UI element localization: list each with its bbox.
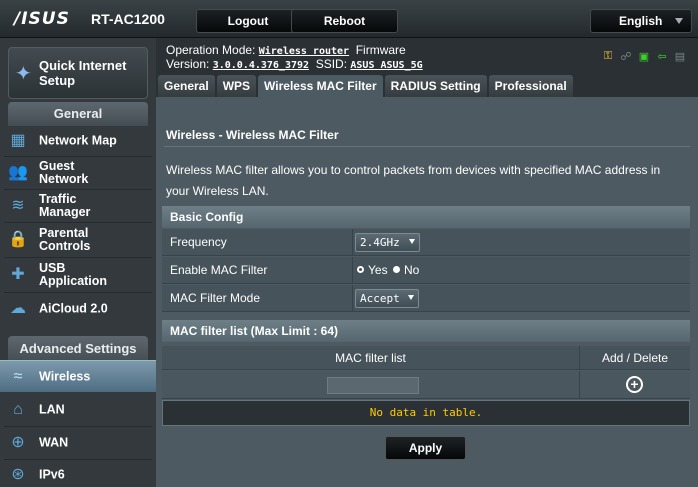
- guest-network-icon: 👥: [8, 164, 28, 181]
- sidebar-item-label: IPv6: [39, 467, 65, 482]
- tab-professional[interactable]: Professional: [488, 75, 573, 97]
- main-content: Wireless - Wireless MAC Filter Wireless …: [156, 100, 698, 487]
- enable-mac-filter-label: Enable MAC Filter: [170, 263, 268, 277]
- sidebar-item-wireless[interactable]: ≈ Wireless: [0, 360, 156, 392]
- wand-icon: ✦: [15, 63, 32, 85]
- version-line: Version: 3.0.0.4.376_3792 SSID: ASUS ASU…: [166, 57, 423, 71]
- quick-setup-label: Quick Internet Setup: [39, 58, 127, 88]
- users-icon[interactable]: ☍: [620, 50, 632, 63]
- sidebar-item-label: LAN: [39, 402, 65, 417]
- sidebar-item-ipv6[interactable]: ⊛ IPv6: [0, 460, 156, 487]
- mac-filter-mode-row: MAC Filter Mode Accept: [162, 285, 690, 312]
- operation-mode-link[interactable]: Wireless router: [259, 46, 349, 57]
- general-section-header: General: [8, 102, 148, 126]
- sidebar-item-guest-network[interactable]: 👥 Guest Network: [0, 157, 156, 189]
- add-mac-button[interactable]: +: [579, 371, 690, 399]
- printer-icon[interactable]: ▤: [674, 50, 686, 63]
- no-label: No: [404, 263, 420, 277]
- wifi-icon: ≈: [13, 367, 23, 385]
- mac-filter-list-header: MAC filter list (Max Limit : 64): [162, 320, 690, 342]
- add-delete-column-header: Add / Delete: [579, 346, 690, 370]
- network-status-icon[interactable]: ▣: [638, 50, 650, 63]
- quick-internet-setup-button[interactable]: ✦ Quick Internet Setup: [8, 47, 148, 99]
- globe-icon: ⊕: [11, 434, 25, 451]
- language-select[interactable]: English: [590, 9, 692, 33]
- advanced-settings-header: Advanced Settings: [8, 336, 148, 362]
- mac-input-row: +: [162, 371, 690, 399]
- enable-no-radio[interactable]: No: [393, 263, 419, 277]
- chevron-down-icon: [409, 239, 415, 244]
- traffic-manager-icon: ≋: [11, 197, 25, 214]
- home-icon: ⌂: [13, 401, 23, 418]
- chevron-down-icon: [408, 295, 414, 300]
- frequency-row: Frequency 2.4GHz: [162, 229, 690, 256]
- sidebar-item-usb-application[interactable]: ✚ USB Application: [0, 258, 156, 292]
- operation-mode-label: Operation Mode:: [166, 43, 256, 57]
- frequency-select[interactable]: 2.4GHz: [355, 233, 420, 252]
- radio-checked-icon: [393, 266, 400, 273]
- frequency-value: 2.4GHz: [360, 236, 400, 249]
- asus-logo: /ISUS: [14, 9, 70, 29]
- mac-address-input[interactable]: [327, 377, 419, 394]
- mac-filter-mode-value: Accept: [360, 292, 400, 305]
- network-map-icon: ▦: [10, 132, 26, 149]
- title-divider: [164, 146, 690, 147]
- sidebar-item-label: Parental Controls: [39, 226, 91, 253]
- sidebar-item-label: AiCloud 2.0: [39, 301, 108, 316]
- ipv6-icon: ⊛: [11, 466, 25, 483]
- enable-mac-filter-row: Enable MAC Filter Yes No: [162, 257, 690, 284]
- parental-controls-icon: 🔒: [8, 231, 28, 248]
- usb-icon: ✚: [11, 266, 25, 283]
- sidebar: ✦ Quick Internet Setup General ▦ Network…: [0, 38, 156, 487]
- status-icons: ⚿ ☍ ▣ ⇦ ▤: [602, 50, 686, 63]
- empty-table-message: No data in table.: [162, 400, 690, 426]
- sidebar-item-label: Guest Network: [39, 159, 89, 186]
- mac-list-column-header: MAC filter list: [335, 351, 406, 365]
- page-description: Wireless MAC filter allows you to contro…: [166, 163, 661, 198]
- mac-table-header: MAC filter list Add / Delete: [162, 346, 690, 370]
- firmware-version-link[interactable]: 3.0.0.4.376_3792: [213, 60, 309, 71]
- ssid-label: SSID:: [315, 57, 348, 71]
- mac-filter-mode-select[interactable]: Accept: [355, 289, 419, 308]
- logout-button[interactable]: Logout: [196, 9, 300, 33]
- sidebar-item-parental-controls[interactable]: 🔒 Parental Controls: [0, 223, 156, 257]
- tab-radius-setting[interactable]: RADIUS Setting: [384, 75, 487, 97]
- sidebar-item-label: Traffic Manager: [39, 192, 91, 219]
- mac-filter-mode-label: MAC Filter Mode: [170, 291, 261, 305]
- tab-wireless-mac-filter[interactable]: Wireless MAC Filter: [258, 75, 383, 97]
- ssid-value: ASUS ASUS_5G: [350, 60, 423, 71]
- usb-status-icon[interactable]: ⇦: [656, 50, 668, 63]
- radio-unchecked-icon: [357, 266, 364, 273]
- sidebar-item-aicloud[interactable]: ☁ AiCloud 2.0: [0, 293, 156, 325]
- basic-config-header: Basic Config: [162, 206, 690, 228]
- sidebar-item-label: USB Application: [39, 261, 108, 288]
- sidebar-item-label: Wireless: [39, 369, 91, 383]
- tab-general[interactable]: General: [158, 75, 215, 97]
- key-icon[interactable]: ⚿: [602, 50, 614, 63]
- top-bar: /ISUS RT-AC1200 Logout Reboot English: [0, 0, 698, 38]
- sidebar-item-network-map[interactable]: ▦ Network Map: [0, 126, 156, 156]
- tab-bar: General WPS Wireless MAC Filter RADIUS S…: [158, 75, 573, 97]
- page-title: Wireless - Wireless MAC Filter: [166, 128, 339, 142]
- reboot-button[interactable]: Reboot: [291, 9, 398, 33]
- firmware-label: Firmware: [355, 43, 406, 57]
- yes-label: Yes: [368, 263, 388, 277]
- enable-yes-radio[interactable]: Yes: [357, 263, 388, 277]
- model-name: RT-AC1200: [91, 11, 165, 27]
- language-label: English: [619, 14, 663, 28]
- sidebar-item-label: WAN: [39, 435, 69, 450]
- operation-mode-line: Operation Mode: Wireless router Firmware: [166, 43, 406, 57]
- sidebar-item-traffic-manager[interactable]: ≋ Traffic Manager: [0, 190, 156, 222]
- aicloud-icon: ☁: [10, 300, 26, 317]
- apply-button[interactable]: Apply: [385, 436, 466, 460]
- sidebar-item-label: Network Map: [39, 133, 117, 148]
- tab-wps[interactable]: WPS: [216, 75, 257, 97]
- version-label: Version:: [166, 57, 210, 71]
- plus-circle-icon: +: [626, 376, 643, 393]
- frequency-label: Frequency: [170, 235, 227, 249]
- chevron-down-icon: [675, 18, 683, 24]
- sidebar-item-lan[interactable]: ⌂ LAN: [0, 394, 156, 426]
- sidebar-item-wan[interactable]: ⊕ WAN: [0, 427, 156, 459]
